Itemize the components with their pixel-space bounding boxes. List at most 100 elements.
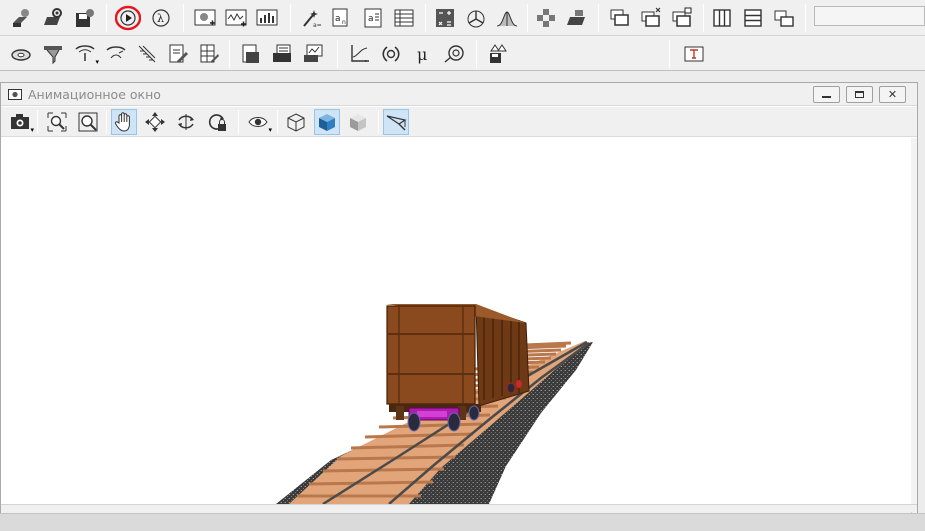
wireframe-cube-icon [287,113,305,132]
force-icon [106,46,126,59]
shaded-cube-icon [350,114,366,131]
view-button[interactable]: ▾ [245,109,272,135]
toolbar-separator [183,4,184,32]
edit-document-button[interactable] [165,41,191,67]
close-button[interactable]: ✕ [879,86,906,103]
print-button[interactable] [269,41,295,67]
save-model-button[interactable] [72,5,98,31]
animation-window-icon [194,9,216,26]
open-model-button[interactable] [40,5,66,31]
calculator-icon [436,9,454,27]
tile-horizontal-button[interactable] [740,5,766,31]
main-toolbar-row2: ▾ μ [0,36,925,71]
export-folder-icon [567,10,585,25]
arrange-button[interactable] [533,5,559,31]
solid-cube-icon [319,114,335,131]
animation-window[interactable]: Анимационное окно ✕ ▾ ▾ [0,82,918,522]
animation-window-button[interactable] [192,5,218,31]
window-title-bar[interactable]: Анимационное окно ✕ [1,83,917,106]
edit-grid-icon [200,44,219,63]
close-icon: ✕ [887,88,898,101]
pan-button[interactable] [111,109,137,135]
mu-button[interactable]: μ [410,41,436,67]
tile-horizontal-icon [744,9,762,27]
camera-button[interactable]: ▾ [7,109,34,135]
new-model-button[interactable] [8,5,34,31]
wireframe-button[interactable] [283,109,309,135]
svg-text:n: n [342,19,346,26]
restore-button[interactable] [846,86,873,103]
toolbar-combo-box[interactable] [814,6,925,26]
force-button[interactable] [103,41,129,67]
graph-axes-button[interactable] [346,41,372,67]
save-tree-button[interactable] [485,41,511,67]
dropdown-arrow-icon: ▾ [95,58,99,66]
calculator-button[interactable] [432,5,458,31]
animation-viewport[interactable] [1,138,911,504]
toolbar-separator [598,4,599,32]
rotate-button[interactable] [173,109,199,135]
animation-window-icon [8,89,22,100]
frequency-button[interactable] [378,41,404,67]
dropdown-arrow-icon: ▾ [30,126,34,134]
run-simulation-button[interactable] [115,5,141,31]
distribution-button[interactable] [494,5,520,31]
export-button[interactable] [563,5,589,31]
arrange-icon [537,9,555,27]
wizard-button[interactable]: a= [298,5,324,31]
window-title: Анимационное окно [28,87,161,102]
toolbar-separator [378,110,379,134]
main-toolbar-row1: λ a= an a [0,0,925,36]
axes-button[interactable] [463,5,489,31]
zoom-fit-button[interactable] [75,109,101,135]
text-button[interactable] [681,41,707,67]
document-a-button[interactable]: a [360,5,386,31]
table-icon [394,9,414,27]
table-button[interactable] [391,5,417,31]
lambda-icon: λ [152,9,170,27]
graph-window-button[interactable] [223,5,249,31]
svg-text:μ: μ [417,45,427,64]
hand-icon [114,112,130,132]
scene-3d [276,304,593,504]
chart-report-icon [304,44,323,62]
move-icon [145,112,165,132]
minimize-button[interactable] [813,86,840,103]
shaded-button[interactable] [345,109,371,135]
close-windows-button[interactable] [638,5,664,31]
joint-button[interactable]: ▾ [72,41,99,67]
chart-report-button[interactable] [300,41,326,67]
filter-button[interactable] [40,41,66,67]
vertical-scrollbar[interactable] [911,138,917,504]
variable-a-icon: an [332,8,348,27]
toolbar-separator [527,4,528,32]
solid-button[interactable] [314,109,340,135]
restore-windows-button[interactable] [669,5,695,31]
restore-icon [855,91,864,98]
tile-vertical-icon [713,9,731,27]
rotate-lock-button[interactable] [204,109,230,135]
toolbar-separator [229,40,230,68]
report-icon [242,44,259,63]
ellipsoid-button[interactable] [8,41,34,67]
document-a-icon: a [364,8,382,28]
open-settings-icon [44,8,62,25]
cascade-windows-button[interactable] [607,5,633,31]
mdi-workspace: Анимационное окно ✕ ▾ ▾ [0,72,925,531]
variable-a-button[interactable]: an [329,5,355,31]
toolbar-separator [337,40,338,68]
report-button[interactable] [238,41,264,67]
zoom-in-button[interactable] [44,109,70,135]
minimize-all-button[interactable] [771,5,797,31]
edit-document-icon [169,44,188,63]
edit-grid-button[interactable] [196,41,222,67]
move-button[interactable] [142,109,168,135]
save-icon [76,9,94,27]
toolbar-separator [37,110,38,134]
target-button[interactable] [441,41,467,67]
bar-chart-window-button[interactable] [254,5,280,31]
perspective-button[interactable] [383,109,409,135]
rail-button[interactable] [134,41,160,67]
tile-vertical-button[interactable] [709,5,735,31]
lambda-button[interactable]: λ [148,5,174,31]
